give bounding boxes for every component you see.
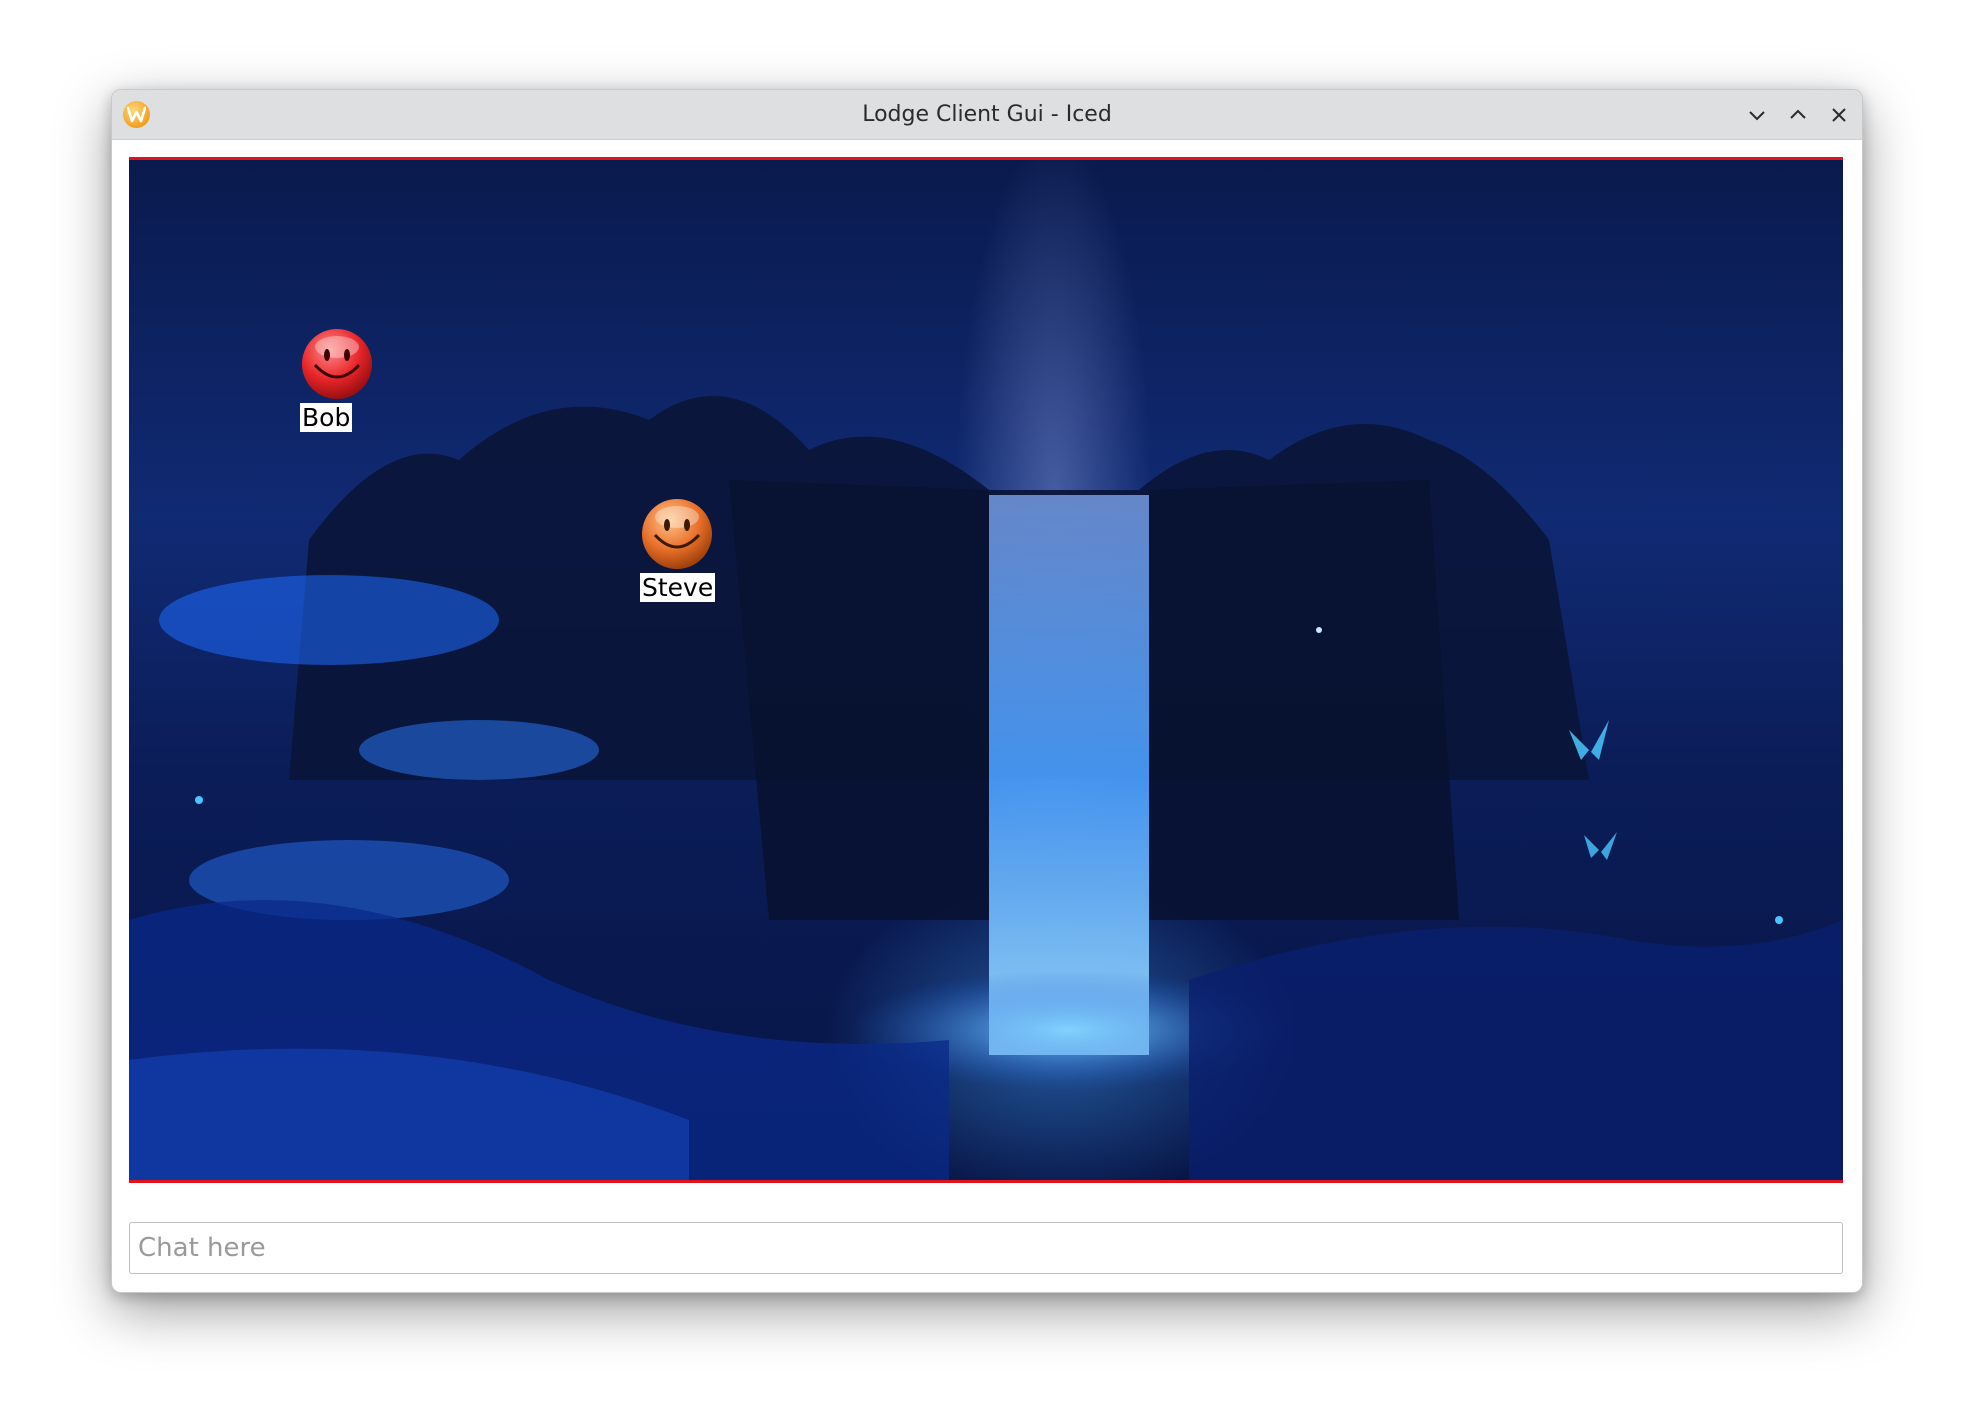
waterfall-background-image [129, 396, 1843, 1180]
maximize-button[interactable] [1783, 100, 1813, 130]
app-window: Lodge Client Gui - Iced Bob Steve Chat h… [111, 89, 1863, 1293]
avatar-name-label: Steve [640, 573, 716, 602]
chat-input[interactable] [129, 1222, 1843, 1274]
avatar-bob[interactable]: Bob [300, 327, 374, 432]
avatar-name-label: Bob [300, 403, 353, 432]
avatar-steve[interactable]: Steve [640, 497, 716, 602]
close-icon [1832, 108, 1846, 122]
chevron-down-icon [1749, 111, 1765, 121]
close-button[interactable] [1824, 100, 1854, 130]
smiley-face-icon [300, 327, 374, 401]
chevron-up-icon [1790, 109, 1806, 119]
window-title: Lodge Client Gui - Iced [862, 102, 1112, 127]
title-bar[interactable]: Lodge Client Gui - Iced [112, 90, 1862, 140]
lodge-scene-canvas[interactable]: Bob Steve [129, 157, 1843, 1183]
smiley-face-icon [640, 497, 714, 571]
minimize-button[interactable] [1742, 100, 1772, 130]
